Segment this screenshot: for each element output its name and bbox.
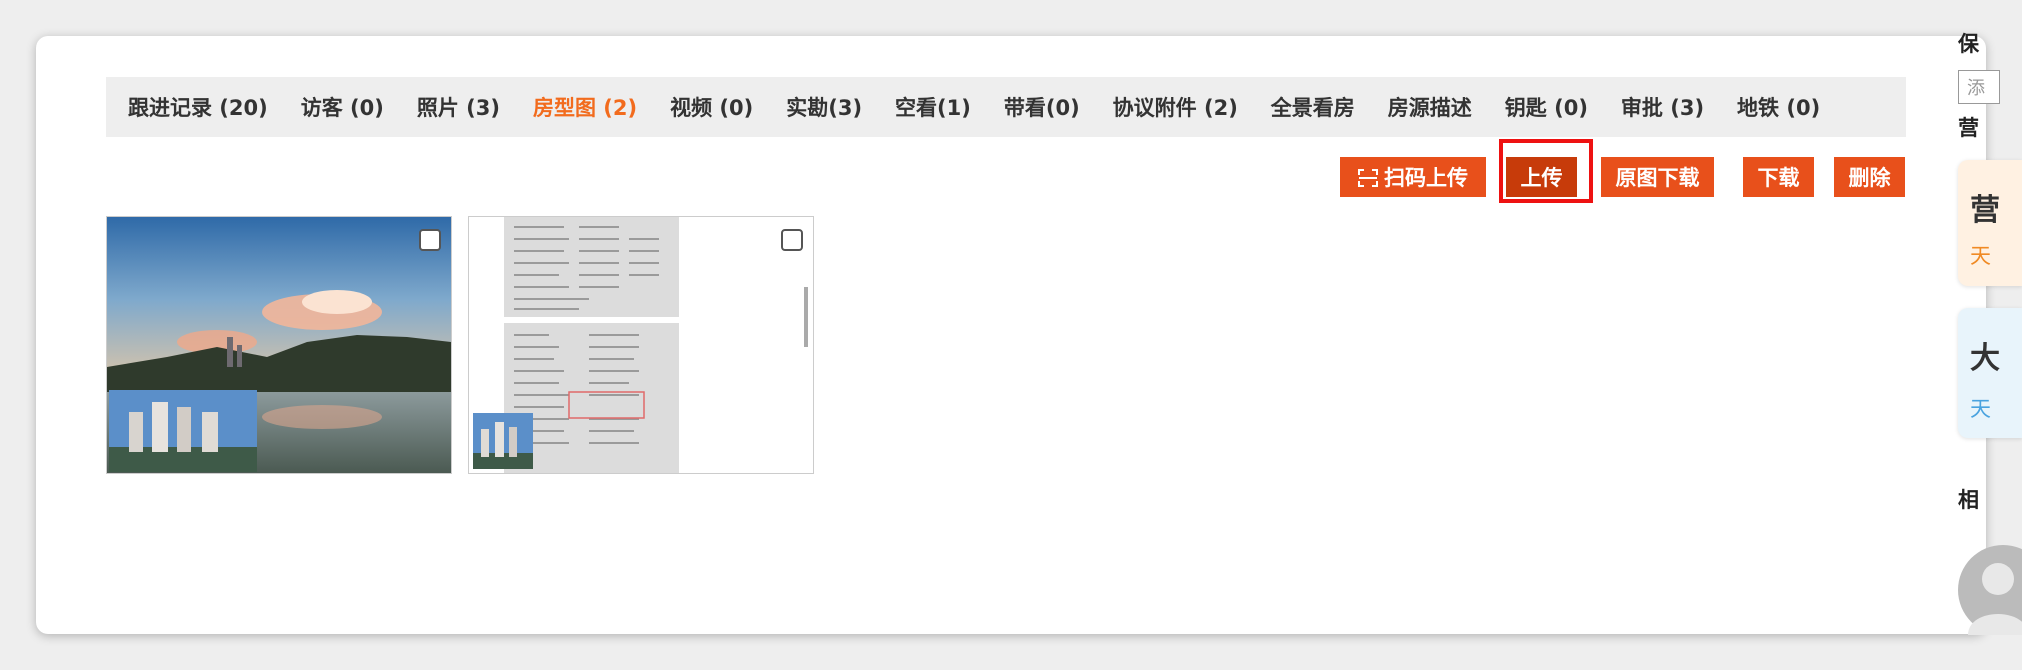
side-card-2[interactable]: 大 天 — [1958, 308, 2022, 438]
thumbnail-1-checkbox[interactable] — [419, 229, 441, 251]
tab-bar: 跟进记录 (20) 访客 (0) 照片 (3) 房型图 (2) 视频 (0) 实… — [106, 77, 1906, 137]
tab-panorama[interactable]: 全景看房 — [1271, 92, 1355, 122]
tab-subway[interactable]: 地铁 (0) — [1737, 92, 1820, 122]
side-card-1[interactable]: 营 天 — [1958, 160, 2022, 286]
tab-follow-records[interactable]: 跟进记录 (20) — [128, 92, 268, 122]
side-top-label: 保 — [1958, 32, 1979, 56]
tab-approvals[interactable]: 审批 (3) — [1621, 92, 1704, 122]
tab-keys[interactable]: 钥匙 (0) — [1505, 92, 1588, 122]
action-bar: 扫码上传 上传 原图下载 下载 删除 — [36, 157, 1986, 201]
side-related-label: 相 — [1958, 488, 1979, 512]
side-input[interactable]: 添 — [1958, 70, 2000, 104]
tab-viewings[interactable]: 带看(0) — [1004, 92, 1080, 122]
download-button[interactable]: 下载 — [1743, 157, 1814, 197]
upload-highlight-box — [1499, 139, 1593, 203]
right-side-panel: 保 添 营 营 天 大 天 相 — [1955, 0, 2022, 670]
user-silhouette-icon — [1968, 563, 2022, 635]
document-image — [469, 217, 813, 473]
scan-upload-button[interactable]: 扫码上传 — [1340, 157, 1486, 197]
landscape-image — [107, 217, 451, 473]
tab-photos[interactable]: 照片 (3) — [417, 92, 500, 122]
tab-inspections[interactable]: 实勘(3) — [786, 92, 862, 122]
side-card-2-sub: 天 — [1970, 397, 1991, 421]
thumbnail-2-checkbox[interactable] — [781, 229, 803, 251]
tab-floor-plans[interactable]: 房型图 (2) — [533, 92, 637, 122]
floor-plan-thumbnail-2[interactable] — [468, 216, 814, 474]
side-card-1-title: 营 — [1970, 193, 2000, 228]
tab-visitors[interactable]: 访客 (0) — [301, 92, 384, 122]
scan-upload-label: 扫码上传 — [1384, 166, 1468, 190]
side-input-placeholder: 添 — [1967, 78, 1985, 99]
scan-icon — [1358, 168, 1378, 187]
original-download-button[interactable]: 原图下载 — [1601, 157, 1714, 197]
delete-button[interactable]: 删除 — [1834, 157, 1905, 197]
tab-agreement-attachments[interactable]: 协议附件 (2) — [1113, 92, 1238, 122]
side-card-1-sub: 天 — [1970, 244, 1991, 268]
side-card-2-title: 大 — [1970, 341, 2000, 376]
avatar[interactable] — [1958, 545, 2022, 635]
tab-videos[interactable]: 视频 (0) — [670, 92, 753, 122]
tab-description[interactable]: 房源描述 — [1388, 92, 1472, 122]
side-marketing-label: 营 — [1958, 116, 1979, 140]
tab-empty-viewings[interactable]: 空看(1) — [895, 92, 971, 122]
floor-plan-thumbnail-1[interactable] — [106, 216, 452, 474]
house-detail-panel: 跟进记录 (20) 访客 (0) 照片 (3) 房型图 (2) 视频 (0) 实… — [36, 36, 1986, 634]
